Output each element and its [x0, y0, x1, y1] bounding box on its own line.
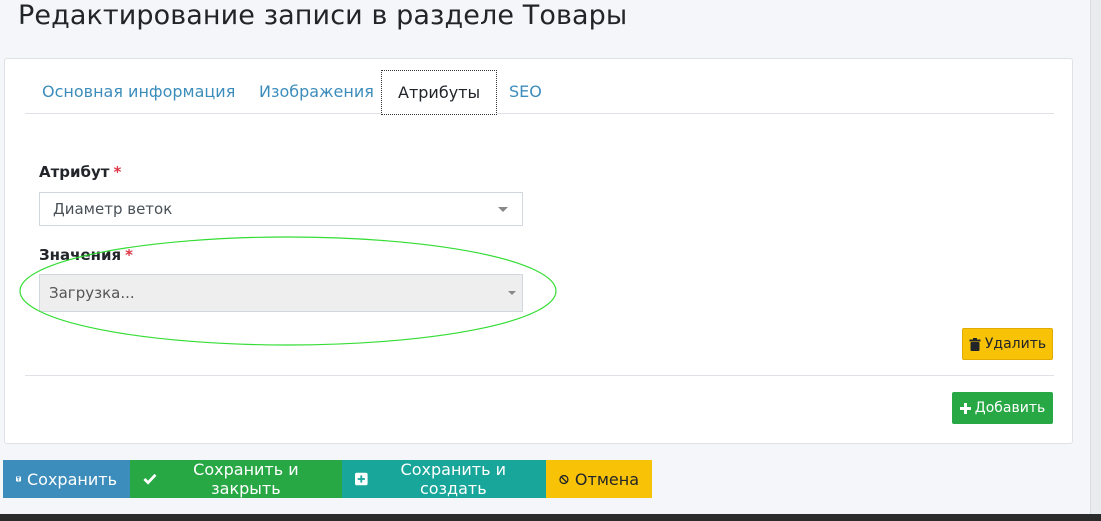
cancel-button-label: Отмена [574, 469, 639, 489]
tab-images[interactable]: Изображения [258, 70, 375, 114]
plus-icon [959, 402, 971, 414]
divider [25, 375, 1054, 376]
cancel-button[interactable]: Отмена [546, 460, 652, 498]
plus-square-icon [355, 472, 368, 486]
delete-button-label: Удалить [984, 336, 1047, 352]
delete-button[interactable]: Удалить [962, 328, 1053, 360]
taskbar-strip [0, 514, 1101, 521]
required-mark: * [113, 163, 122, 181]
values-label: Значения * [39, 246, 133, 264]
chevron-down-icon [508, 291, 516, 295]
attribute-select-value: Диаметр веток [53, 200, 173, 218]
add-button-label: Добавить [974, 400, 1046, 416]
check-icon [143, 473, 157, 485]
values-label-text: Значения [39, 246, 122, 264]
edit-card: Основная информация Изображения Атрибуты… [4, 58, 1073, 444]
footer-actions: Сохранить Сохранить и закрыть Сохранить … [3, 460, 652, 498]
tab-seo[interactable]: SEO [508, 70, 543, 114]
page-title: Редактирование записи в разделе Товары [18, 0, 628, 31]
floppy-disk-icon [16, 476, 21, 482]
attribute-label: Атрибут * [39, 163, 121, 181]
tab-main-info[interactable]: Основная информация [41, 70, 236, 114]
tab-bar: Основная информация Изображения Атрибуты… [25, 70, 1054, 115]
values-select[interactable]: Загрузка... [39, 274, 523, 312]
save-close-button-label: Сохранить и закрыть [193, 460, 299, 498]
required-mark: * [125, 246, 133, 264]
save-new-button-label: Сохранить и создать [400, 460, 507, 498]
tab-attributes[interactable]: Атрибуты [381, 70, 498, 115]
save-button[interactable]: Сохранить [3, 460, 130, 498]
attribute-label-text: Атрибут [39, 163, 110, 181]
trash-icon [969, 337, 981, 351]
chevron-down-icon [498, 207, 508, 212]
attribute-select[interactable]: Диаметр веток [39, 192, 523, 226]
add-button[interactable]: Добавить [952, 392, 1053, 424]
save-button-label: Сохранить [27, 469, 117, 489]
values-select-value: Загрузка... [49, 284, 135, 302]
save-new-button[interactable]: Сохранить и создать [342, 460, 546, 498]
ban-icon [559, 474, 569, 484]
save-close-button[interactable]: Сохранить и закрыть [130, 460, 342, 498]
scrollbar[interactable] [1090, 0, 1101, 521]
